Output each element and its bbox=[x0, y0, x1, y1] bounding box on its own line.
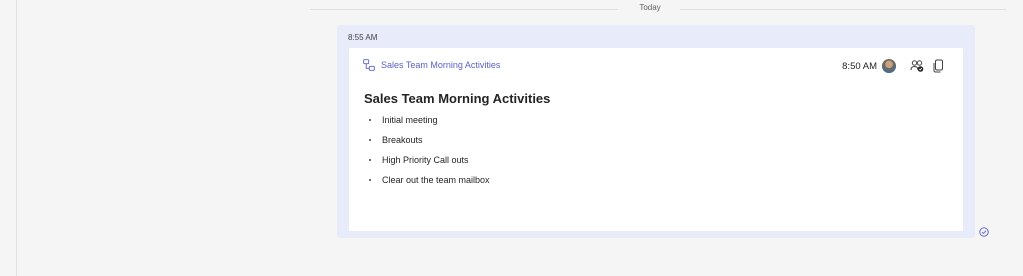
user-avatar[interactable] bbox=[882, 59, 896, 73]
divider-line-right bbox=[680, 9, 1006, 10]
activity-list: Initial meeting Breakouts High Priority … bbox=[364, 110, 924, 190]
list-item-text: Breakouts bbox=[382, 135, 423, 145]
list-item: Clear out the team mailbox bbox=[364, 170, 924, 190]
loop-card-title-link[interactable]: Sales Team Morning Activities bbox=[381, 60, 500, 70]
chat-message[interactable]: 8:55 AM Sales Team Morning Activities 8:… bbox=[337, 25, 975, 238]
list-item-text: High Priority Call outs bbox=[382, 155, 469, 165]
loop-card-body[interactable]: Sales Team Morning Activities Initial me… bbox=[364, 91, 924, 190]
date-divider: Today bbox=[310, 0, 1006, 18]
card-heading: Sales Team Morning Activities bbox=[364, 91, 551, 106]
list-item-text: Clear out the team mailbox bbox=[382, 175, 490, 185]
people-icon[interactable] bbox=[910, 59, 924, 73]
copy-icon[interactable] bbox=[933, 59, 945, 73]
list-item: Initial meeting bbox=[364, 110, 924, 130]
list-item-text: Initial meeting bbox=[382, 115, 438, 125]
list-item: High Priority Call outs bbox=[364, 150, 924, 170]
divider-line-left bbox=[310, 9, 618, 10]
bullet-icon bbox=[369, 139, 371, 141]
list-item: Breakouts bbox=[364, 130, 924, 150]
loop-card[interactable]: Sales Team Morning Activities 8:50 AM Sa… bbox=[349, 48, 963, 231]
loop-card-header: Sales Team Morning Activities 8:50 AM bbox=[363, 58, 945, 74]
left-rail bbox=[0, 0, 17, 276]
card-header-actions: 8:50 AM bbox=[842, 58, 945, 74]
bullet-icon bbox=[369, 119, 371, 121]
card-header-time: 8:50 AM bbox=[842, 60, 877, 72]
bullet-icon bbox=[369, 159, 371, 161]
bullet-icon bbox=[369, 179, 371, 181]
loop-component-icon bbox=[363, 59, 375, 71]
date-divider-label: Today bbox=[639, 3, 661, 12]
message-timestamp: 8:55 AM bbox=[348, 33, 378, 42]
read-receipt-icon bbox=[979, 227, 989, 237]
